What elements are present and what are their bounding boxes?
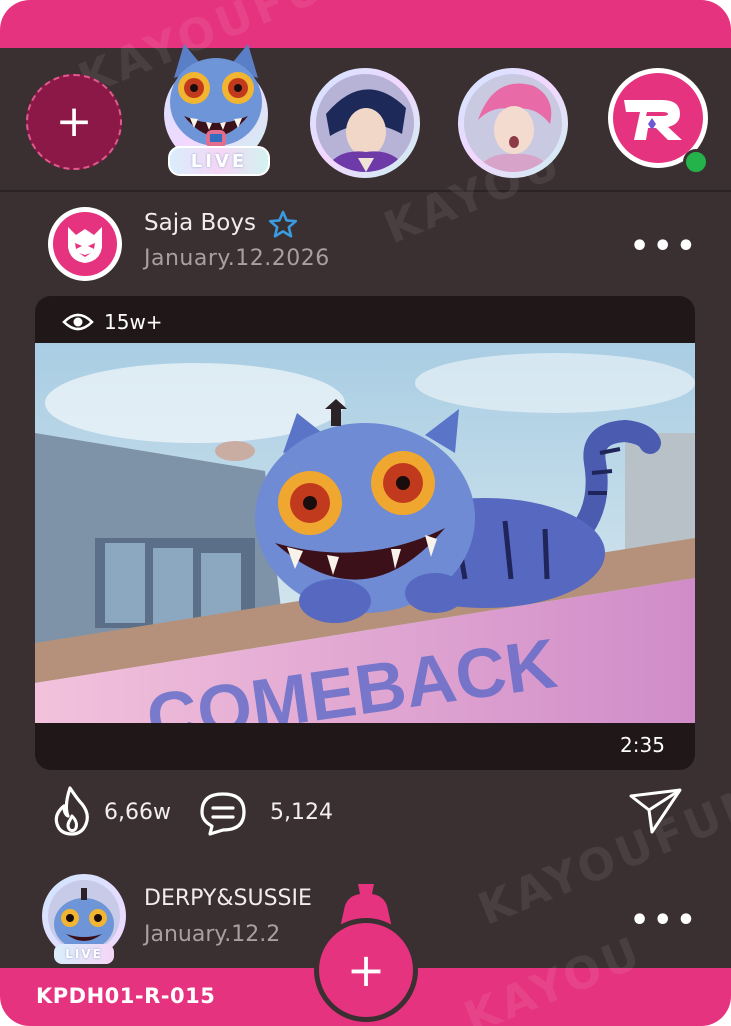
live-badge: LIVE	[168, 146, 270, 176]
tiger-avatar-icon	[48, 880, 120, 952]
fire-like-icon[interactable]	[52, 786, 92, 836]
plus-icon: +	[346, 943, 386, 997]
video-duration: 2:35	[620, 733, 665, 757]
next-post-date: January.12.2	[144, 922, 281, 947]
eye-icon	[62, 313, 94, 331]
tiger-on-rooftop-image: COMEBACK	[35, 343, 695, 723]
author-avatar[interactable]	[48, 207, 122, 281]
character-avatar-icon	[464, 74, 562, 172]
card-frame: KAYOUFUN KAYOU KAYOU KAYOUFUN KAYOU + LI…	[0, 0, 731, 1026]
like-count: 6,66w	[104, 800, 171, 825]
view-count-text: 15w+	[104, 310, 163, 334]
next-post-author-name[interactable]: DERPY&SUSSIE	[144, 886, 312, 911]
plus-icon: +	[55, 96, 93, 147]
add-story-button[interactable]: +	[26, 74, 122, 170]
next-post-live-badge: LIVE	[54, 944, 114, 964]
comment-count: 5,124	[270, 800, 333, 825]
comment-icon[interactable]	[198, 790, 248, 836]
r-logo-icon	[624, 100, 682, 140]
share-send-icon[interactable]	[628, 786, 684, 836]
create-post-button[interactable]: +	[314, 918, 418, 1022]
view-count: 15w+	[62, 310, 163, 334]
character-avatar-icon	[316, 74, 414, 172]
more-options-button[interactable]: •••	[630, 232, 700, 262]
tiger-logo-icon	[68, 227, 102, 263]
next-post-more-options-button[interactable]: •••	[630, 906, 700, 936]
stories-divider	[0, 190, 731, 192]
post-date: January.12.2026	[144, 246, 330, 271]
verified-star-icon	[268, 210, 298, 238]
online-status-dot	[683, 149, 709, 175]
post-author-name[interactable]: Saja Boys	[144, 210, 256, 236]
card-code: KPDH01-R-015	[36, 984, 216, 1008]
video-thumbnail[interactable]: COMEBACK	[35, 343, 695, 723]
